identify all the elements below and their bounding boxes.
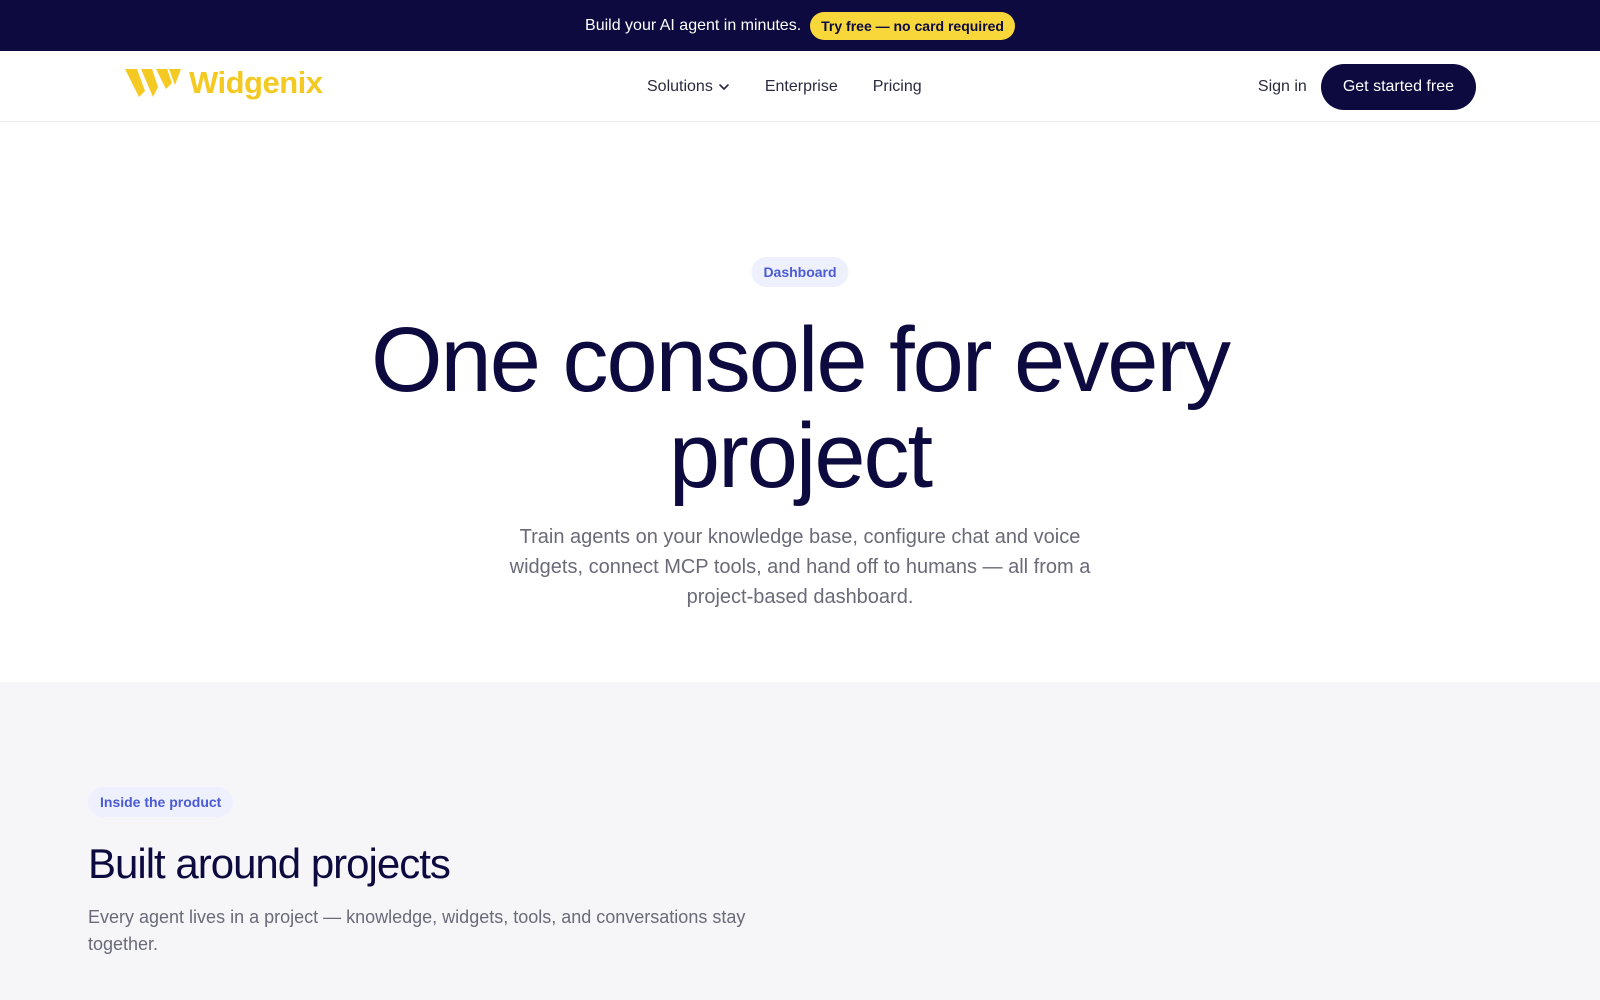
nav-actions: Sign in Get started free	[1258, 64, 1476, 110]
announcement-text: Build your AI agent in minutes.	[585, 16, 802, 34]
section-subtitle: Every agent lives in a project — knowled…	[88, 907, 746, 954]
hero-title: One console for every project	[370, 309, 1231, 507]
section-title: Built around projects	[88, 840, 451, 887]
announcement-bar: Build your AI agent in minutes. Try free…	[0, 0, 1600, 51]
widgenix-logo-icon	[125, 69, 181, 97]
top-navbar: Widgenix Solutions Enterprise Pricing Si…	[0, 51, 1600, 122]
section-badge: Inside the product	[88, 787, 234, 817]
chevron-down-icon	[719, 83, 729, 90]
nav-item-label: Enterprise	[764, 77, 838, 95]
brand-name: Widgenix	[189, 65, 323, 100]
nav-item-enterprise[interactable]: Enterprise	[765, 78, 838, 96]
nav-item-solutions[interactable]: Solutions	[647, 78, 730, 96]
try-free-button[interactable]: Try free — no card required	[810, 11, 1015, 40]
sign-in-link[interactable]: Sign in	[1258, 78, 1307, 96]
hero-badge: Dashboard	[751, 257, 849, 287]
nav-item-label: Pricing	[872, 77, 922, 95]
hero-section: Dashboard One console for every project …	[0, 122, 1600, 682]
nav-item-pricing[interactable]: Pricing	[873, 78, 922, 96]
get-started-button[interactable]: Get started free	[1320, 64, 1476, 110]
brand-logo[interactable]: Widgenix	[125, 65, 323, 101]
nav-item-label: Solutions	[647, 77, 713, 95]
hero-subtitle: Train agents on your knowledge base, con…	[509, 526, 1091, 608]
inside-product-section: Inside the product Built around projects…	[0, 682, 1600, 1000]
nav-links: Solutions Enterprise Pricing	[647, 51, 922, 122]
